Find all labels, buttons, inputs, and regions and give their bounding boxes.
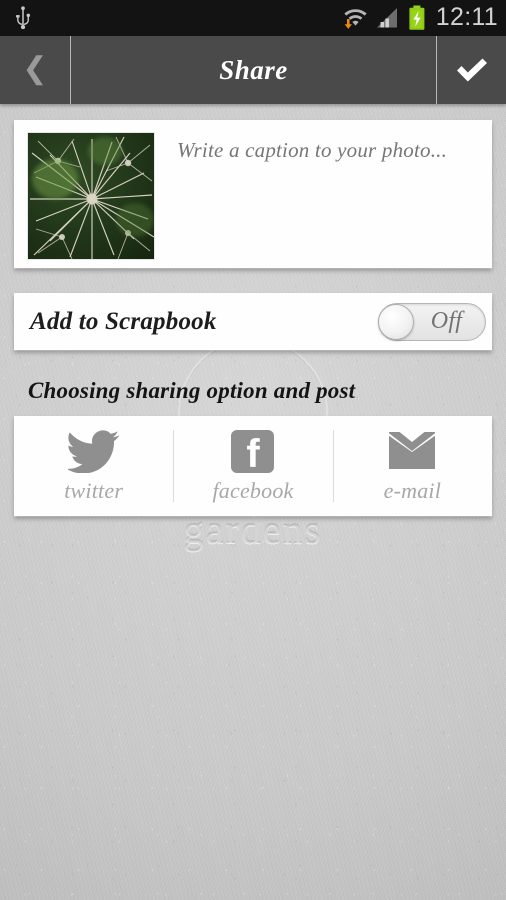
chevron-left-icon: ❮ bbox=[22, 51, 48, 85]
status-icons: 12:11 bbox=[342, 2, 498, 32]
app-root: gardens 12:11 ❮ Share Write a caption to… bbox=[0, 0, 506, 900]
facebook-f-icon: f bbox=[231, 428, 275, 476]
share-label-twitter: twitter bbox=[64, 478, 124, 503]
share-label-facebook: facebook bbox=[212, 478, 294, 503]
share-option-email[interactable]: e-mail bbox=[332, 416, 492, 516]
share-section-header: Choosing sharing option and post bbox=[28, 378, 356, 403]
twitter-bird-icon bbox=[67, 428, 120, 474]
confirm-button[interactable] bbox=[436, 36, 506, 104]
share-label-email: e-mail bbox=[383, 478, 442, 503]
status-bar: 12:11 bbox=[0, 0, 506, 36]
share-option-facebook[interactable]: f facebook bbox=[173, 416, 332, 516]
check-icon bbox=[456, 58, 487, 82]
scrapbook-card: Add to Scrapbook Off bbox=[14, 293, 492, 350]
toggle-state-label: Off bbox=[430, 308, 463, 334]
toggle-knob[interactable] bbox=[378, 303, 414, 340]
share-options-card: twitter f facebook e-mail bbox=[14, 416, 492, 516]
wifi-download-icon bbox=[344, 9, 367, 29]
usb-icon bbox=[16, 6, 31, 30]
status-clock: 12:11 bbox=[435, 2, 498, 31]
share-option-twitter[interactable]: twitter bbox=[14, 416, 173, 516]
scrapbook-label: Add to Scrapbook bbox=[30, 307, 217, 335]
caption-card: Write a caption to your photo... bbox=[14, 120, 492, 268]
photo-thumbnail[interactable] bbox=[27, 132, 155, 260]
scrapbook-toggle[interactable]: Off bbox=[378, 302, 486, 341]
page-title: Share bbox=[219, 54, 288, 85]
action-bar-title-area: Share bbox=[71, 36, 436, 104]
envelope-icon bbox=[387, 428, 437, 474]
facebook-f-glyph: f bbox=[246, 431, 260, 476]
cellular-signal-icon bbox=[376, 8, 397, 28]
back-button[interactable]: ❮ bbox=[0, 36, 71, 104]
action-bar: ❮ Share bbox=[0, 36, 506, 104]
battery-charging-icon bbox=[409, 5, 425, 30]
caption-input[interactable]: Write a caption to your photo... bbox=[177, 138, 447, 268]
